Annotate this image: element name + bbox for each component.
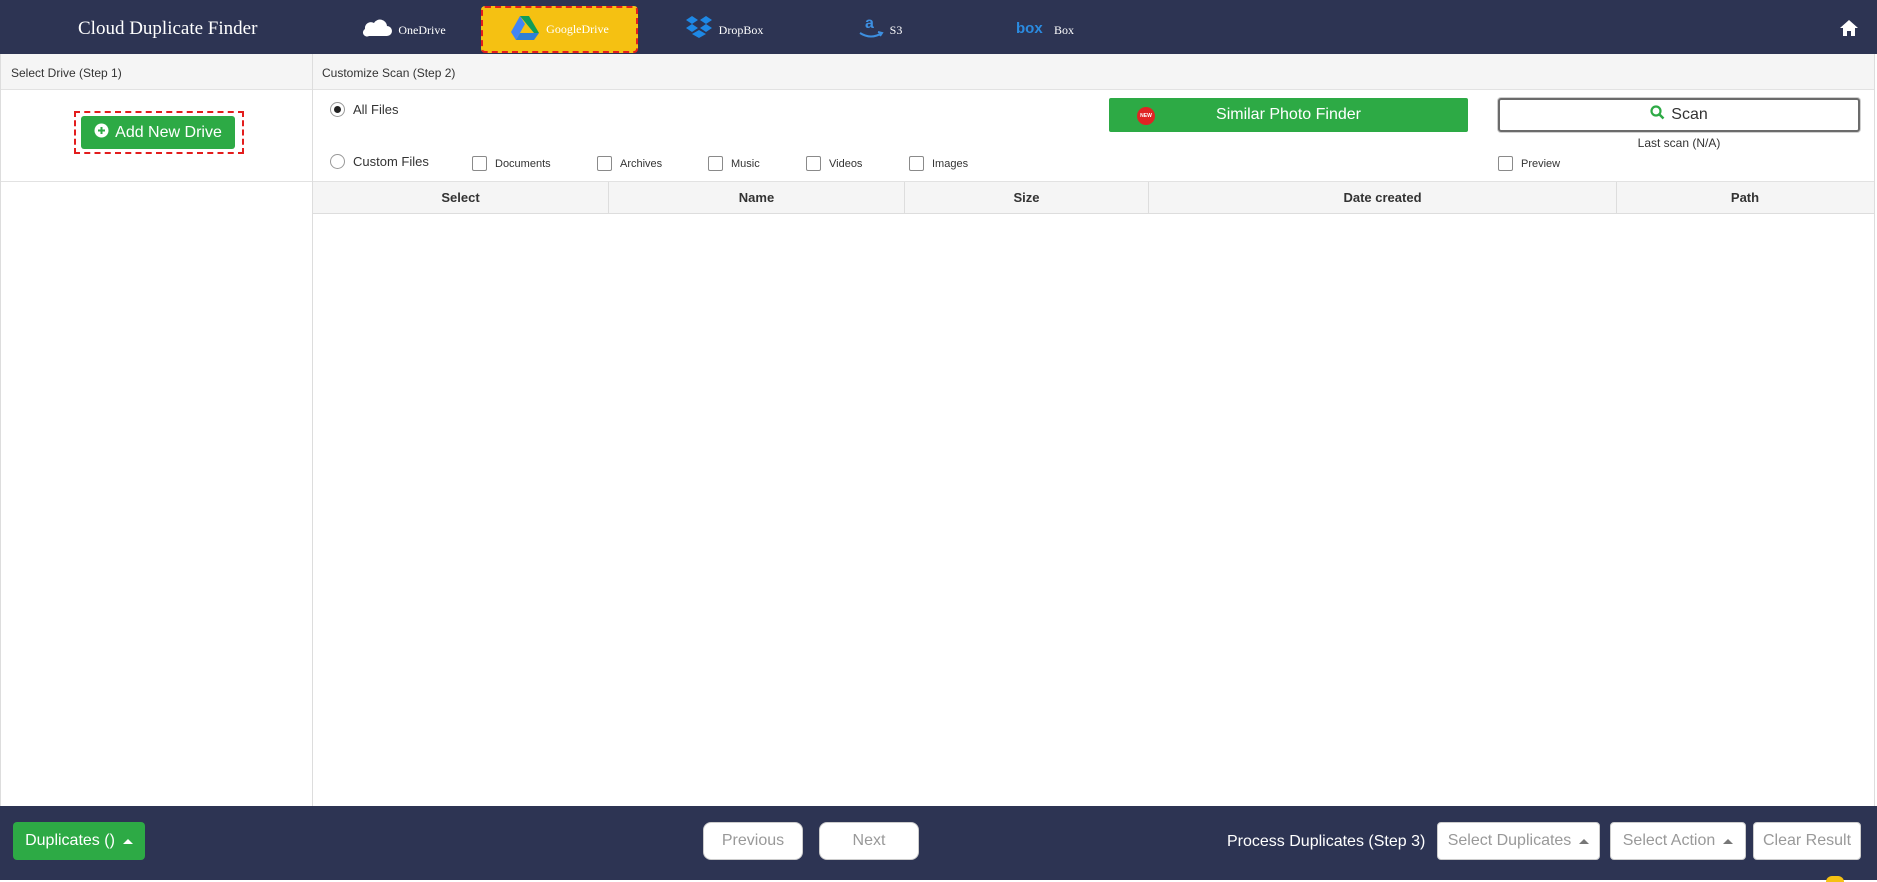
customize-scan-panel: Customize Scan (Step 2) All Files Custom… <box>313 54 1875 806</box>
add-new-drive-label: Add New Drive <box>115 123 222 141</box>
caret-up-icon <box>1723 838 1734 844</box>
similar-photo-finder-label: Similar Photo Finder <box>1216 106 1361 123</box>
results-table-header: Select Name Size Date created Path <box>313 182 1874 214</box>
add-new-drive-button[interactable]: Add New Drive <box>81 116 235 149</box>
google-drive-icon <box>510 15 540 45</box>
column-header-select[interactable]: Select <box>313 182 609 213</box>
select-action-button[interactable]: Select Action <box>1610 822 1746 860</box>
tab-box[interactable]: box Box <box>1005 6 1085 54</box>
next-button[interactable]: Next <box>819 822 919 860</box>
column-header-path[interactable]: Path <box>1617 182 1873 213</box>
radio-selected-icon <box>330 102 345 117</box>
bottom-bar: Duplicates () Previous Next Process Dupl… <box>0 806 1877 880</box>
tab-label: DropBox <box>718 22 764 37</box>
checkbox-icon <box>597 156 612 171</box>
select-action-label: Select Action <box>1622 832 1716 849</box>
select-duplicates-label: Select Duplicates <box>1447 832 1572 849</box>
scan-options: All Files Custom Files Documents Archive… <box>313 90 1874 182</box>
custom-files-label: Custom Files <box>353 154 429 169</box>
radio-unselected-icon <box>330 154 345 169</box>
checkbox-icon <box>909 156 924 171</box>
scan-button[interactable]: Scan <box>1498 98 1860 132</box>
onedrive-cloud-icon <box>362 18 393 42</box>
tab-googledrive[interactable]: GoogleDrive <box>481 6 638 53</box>
column-header-size[interactable]: Size <box>905 182 1149 213</box>
documents-label: Documents <box>495 157 551 170</box>
tab-label: GoogleDrive <box>546 22 609 36</box>
duplicates-label: Duplicates () <box>25 832 115 849</box>
app-title: Cloud Duplicate Finder <box>78 18 258 39</box>
tab-onedrive[interactable]: OneDrive <box>354 6 454 54</box>
tab-dropbox[interactable]: DropBox <box>674 6 774 54</box>
select-drive-heading: Select Drive (Step 1) <box>1 54 312 90</box>
top-bar: Cloud Duplicate Finder OneDrive GoogleDr… <box>0 0 1877 54</box>
preview-checkbox[interactable]: Preview <box>1498 156 1560 171</box>
tab-s3[interactable]: a S3 <box>850 6 910 54</box>
videos-label: Videos <box>829 157 863 170</box>
add-drive-area: Add New Drive <box>1 90 312 182</box>
caret-up-icon <box>122 838 133 844</box>
previous-button[interactable]: Previous <box>703 822 803 860</box>
scan-label: Scan <box>1671 106 1708 123</box>
svg-text:box: box <box>1016 20 1043 37</box>
checkbox-icon <box>708 156 723 171</box>
videos-checkbox[interactable]: Videos <box>806 156 862 171</box>
corner-widget-icon <box>1826 876 1844 882</box>
select-drive-panel: Select Drive (Step 1) Add New Drive <box>0 54 313 806</box>
new-badge: NEW <box>1137 107 1155 125</box>
images-label: Images <box>932 157 969 170</box>
tab-label: OneDrive <box>398 22 446 37</box>
archives-checkbox[interactable]: Archives <box>597 156 662 171</box>
all-files-label: All Files <box>353 102 399 117</box>
duplicates-dropup-button[interactable]: Duplicates () <box>13 822 145 860</box>
box-logo-icon: box <box>1016 19 1048 41</box>
similar-photo-finder-button[interactable]: NEW Similar Photo Finder <box>1109 98 1468 132</box>
dropbox-icon <box>685 15 713 45</box>
home-icon[interactable] <box>1839 19 1859 37</box>
plus-circle-icon <box>94 123 109 143</box>
select-duplicates-button[interactable]: Select Duplicates <box>1437 822 1600 860</box>
checkbox-icon <box>1498 156 1513 171</box>
custom-files-radio[interactable]: Custom Files <box>330 154 429 169</box>
caret-up-icon <box>1579 838 1590 844</box>
clear-result-button[interactable]: Clear Result <box>1753 822 1861 860</box>
archives-label: Archives <box>620 157 663 170</box>
column-header-name[interactable]: Name <box>609 182 905 213</box>
all-files-radio[interactable]: All Files <box>330 102 399 117</box>
process-duplicates-label: Process Duplicates (Step 3) <box>1227 833 1426 850</box>
tab-label: Box <box>1053 22 1074 37</box>
last-scan-text: Last scan (N/A) <box>1637 136 1721 150</box>
documents-checkbox[interactable]: Documents <box>472 156 551 171</box>
preview-label: Preview <box>1521 157 1561 170</box>
tab-label: S3 <box>889 22 903 37</box>
images-checkbox[interactable]: Images <box>909 156 968 171</box>
column-header-date-created[interactable]: Date created <box>1149 182 1617 213</box>
checkbox-icon <box>806 156 821 171</box>
customize-scan-heading: Customize Scan (Step 2) <box>313 54 1874 90</box>
music-checkbox[interactable]: Music <box>708 156 760 171</box>
amazon-s3-icon: a <box>858 14 884 46</box>
music-label: Music <box>731 157 760 170</box>
search-icon <box>1650 105 1665 125</box>
svg-text:a: a <box>865 15 874 32</box>
checkbox-icon <box>472 156 487 171</box>
